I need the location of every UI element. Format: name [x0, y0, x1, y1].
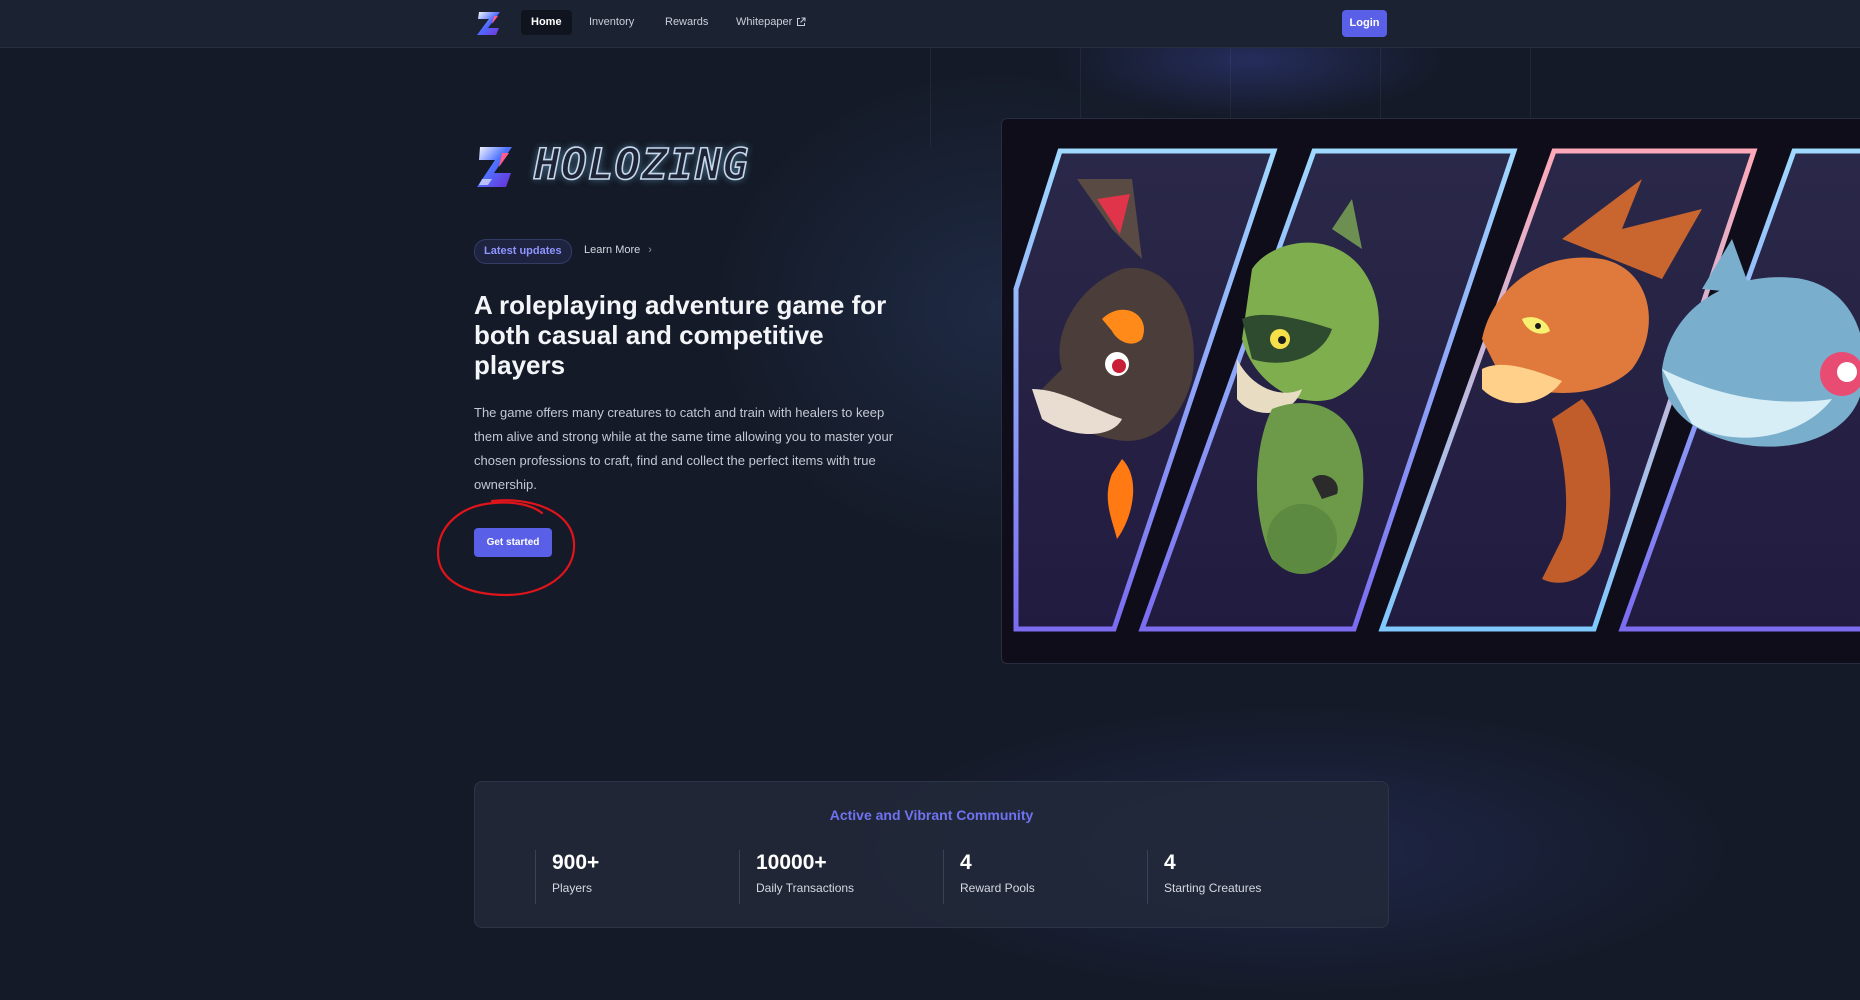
- creatures-artwork: [1001, 118, 1860, 664]
- learn-more-label: Learn More: [584, 244, 641, 256]
- latest-updates-badge[interactable]: Latest updates: [474, 239, 572, 264]
- nav-inventory[interactable]: Inventory: [579, 10, 644, 35]
- grid-line: [930, 47, 931, 147]
- holozing-z-logo-icon: [477, 147, 512, 187]
- login-button[interactable]: Login: [1342, 10, 1387, 37]
- hero-headline: A roleplaying adventure game for both ca…: [474, 290, 887, 380]
- community-stats-card: Active and Vibrant Community 900+ Player…: [474, 781, 1389, 928]
- stat-starting-creatures: 4 Starting Creatures: [1147, 850, 1261, 904]
- nav-whitepaper[interactable]: Whitepaper: [726, 10, 816, 35]
- stat-label: Reward Pools: [960, 881, 1035, 895]
- top-navbar: Home Inventory Rewards Whitepaper Login: [0, 0, 1860, 48]
- stat-value: 4: [960, 851, 972, 874]
- stat-value: 10000+: [756, 851, 827, 874]
- learn-more-link[interactable]: Learn More ›: [584, 239, 652, 262]
- holozing-logo-icon[interactable]: [474, 8, 504, 38]
- chevron-right-icon: ›: [648, 244, 652, 256]
- nav-rewards[interactable]: Rewards: [655, 10, 718, 35]
- nav-whitepaper-label: Whitepaper: [736, 16, 793, 28]
- stat-reward-pools: 4 Reward Pools: [943, 850, 1035, 904]
- stat-label: Players: [552, 881, 593, 895]
- stat-daily-transactions: 10000+ Daily Transactions: [739, 850, 854, 904]
- get-started-button[interactable]: Get started: [474, 528, 552, 557]
- holozing-wordmark: HOLOZING: [533, 139, 750, 191]
- stat-players: 900+ Players: [535, 850, 599, 904]
- creatures-illustration: [1013, 148, 1860, 632]
- external-link-icon: [797, 17, 806, 27]
- stat-label: Starting Creatures: [1164, 881, 1262, 895]
- hero-description: The game offers many creatures to catch …: [474, 405, 894, 492]
- community-title: Active and Vibrant Community: [829, 807, 1034, 823]
- stat-label: Daily Transactions: [756, 881, 855, 895]
- nav-home[interactable]: Home: [521, 10, 572, 35]
- stat-value: 900+: [552, 851, 600, 874]
- stat-value: 4: [1164, 851, 1176, 874]
